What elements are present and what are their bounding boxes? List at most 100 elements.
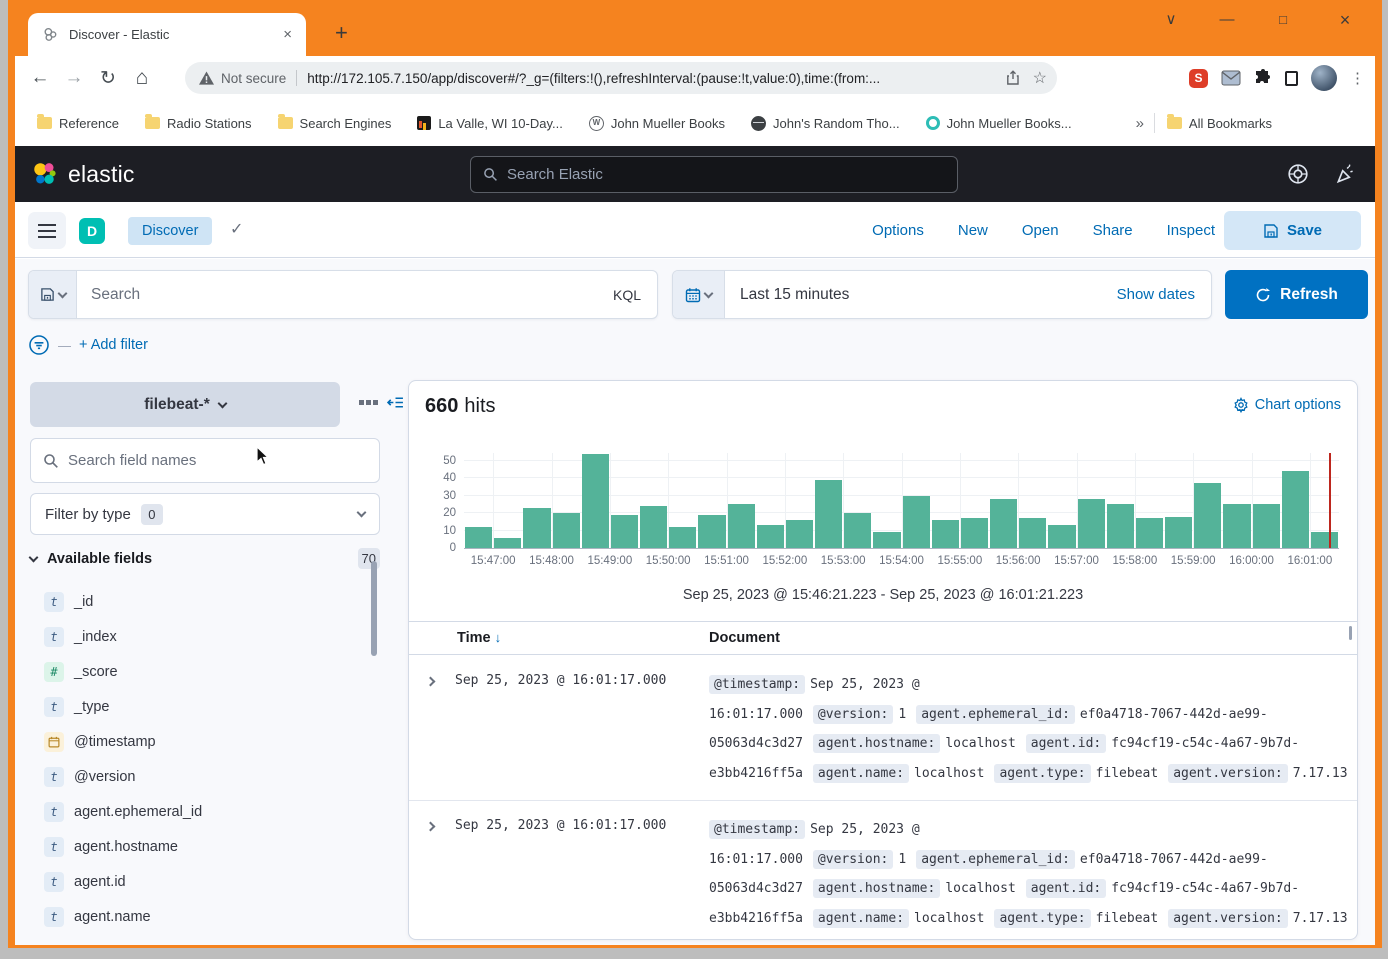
elastic-logo[interactable]: elastic	[31, 160, 135, 188]
filter-icon[interactable]	[28, 334, 50, 356]
all-bookmarks-button[interactable]: All Bookmarks	[1167, 116, 1272, 131]
histogram-bar[interactable]	[1253, 504, 1280, 548]
histogram-bar[interactable]	[1165, 517, 1192, 548]
window-maximize-icon[interactable]: □	[1268, 8, 1298, 32]
histogram-bar[interactable]	[1019, 518, 1046, 548]
expand-row-icon[interactable]	[426, 677, 436, 687]
window-close-icon[interactable]: ×	[1330, 8, 1360, 32]
boxes-icon[interactable]	[359, 400, 364, 405]
field-item-agent.id[interactable]: tagent.id	[30, 864, 365, 899]
histogram-bar[interactable]	[465, 527, 492, 548]
histogram-bar[interactable]	[1078, 499, 1105, 548]
histogram-chart[interactable]: 01020304050	[464, 453, 1339, 549]
chrome-menu-icon[interactable]: ⋮	[1350, 69, 1365, 87]
url-bar[interactable]: Not secure http://172.105.7.150/app/disc…	[185, 62, 1057, 94]
histogram-bar[interactable]	[1107, 504, 1134, 548]
field-item-agent.name[interactable]: tagent.name	[30, 899, 365, 934]
histogram-bar[interactable]	[844, 513, 871, 548]
time-range-value[interactable]: Last 15 minutes	[740, 286, 1117, 304]
window-menu-icon[interactable]: ∨	[1156, 8, 1186, 32]
bookmark-item[interactable]: Search Engines	[278, 116, 392, 131]
kql-label[interactable]: KQL	[613, 287, 641, 303]
chart-options-button[interactable]: Chart options	[1233, 397, 1341, 413]
saved-query-menu-button[interactable]	[29, 271, 77, 318]
field-item-_type[interactable]: t_type	[30, 689, 365, 724]
breadcrumb[interactable]: Discover	[128, 217, 212, 245]
histogram-bar[interactable]	[553, 513, 580, 548]
sort-descending-icon[interactable]: ↓	[495, 630, 502, 645]
bookmark-item[interactable]: Reference	[37, 116, 119, 131]
histogram-bar[interactable]	[494, 538, 521, 548]
tab-close-icon[interactable]: ×	[279, 26, 296, 43]
histogram-bar[interactable]	[698, 515, 725, 548]
collapse-sidebar-icon[interactable]	[387, 394, 404, 416]
browser-tab[interactable]: Discover - Elastic ×	[28, 13, 306, 56]
histogram-bar[interactable]	[757, 525, 784, 548]
field-item-@version[interactable]: t@version	[30, 759, 365, 794]
field-item-@timestamp[interactable]: @timestamp	[30, 724, 365, 759]
topnav-link-open[interactable]: Open	[1022, 222, 1059, 239]
histogram-bar[interactable]	[1311, 532, 1338, 548]
time-picker-menu-button[interactable]	[673, 271, 725, 318]
forward-icon[interactable]: →	[57, 67, 91, 89]
save-button[interactable]: Save	[1224, 211, 1361, 250]
histogram-bar[interactable]	[786, 520, 813, 548]
topnav-link-options[interactable]: Options	[872, 222, 924, 239]
query-input[interactable]: Search KQL	[28, 270, 658, 319]
histogram-bar[interactable]	[932, 520, 959, 548]
new-tab-button[interactable]: +	[335, 20, 348, 46]
table-row[interactable]: Sep 25, 2023 @ 16:01:17.000@timestamp:Se…	[409, 656, 1357, 801]
extension-s-icon[interactable]: S	[1189, 69, 1208, 88]
histogram-bar[interactable]	[1282, 471, 1309, 548]
table-row[interactable]: Sep 25, 2023 @ 16:01:17.000@timestamp:Se…	[409, 801, 1357, 939]
bookmark-item[interactable]: Radio Stations	[145, 116, 252, 131]
news-feed-icon[interactable]	[1335, 163, 1357, 185]
histogram-bar[interactable]	[582, 454, 609, 548]
field-item-agent.hostname[interactable]: tagent.hostname	[30, 829, 365, 864]
url-text[interactable]: http://172.105.7.150/app/discover#/?_g=(…	[307, 71, 994, 86]
bookmark-item[interactable]: WJohn Mueller Books	[589, 116, 725, 131]
field-item-_score[interactable]: #_score	[30, 654, 365, 689]
refresh-button[interactable]: Refresh	[1225, 270, 1368, 319]
sidebar-scrollbar[interactable]	[371, 561, 377, 656]
bookmark-item[interactable]: John Mueller Books...	[926, 116, 1072, 131]
filter-by-type-select[interactable]: Filter by type 0	[30, 493, 380, 535]
histogram-bar[interactable]	[669, 527, 696, 548]
field-item-_index[interactable]: t_index	[30, 619, 365, 654]
topnav-link-new[interactable]: New	[958, 222, 988, 239]
topnav-link-share[interactable]: Share	[1093, 222, 1133, 239]
field-item-_id[interactable]: t_id	[30, 584, 365, 619]
share-icon[interactable]	[1005, 70, 1021, 86]
histogram-bar[interactable]	[1048, 525, 1075, 548]
profile-avatar[interactable]	[1311, 65, 1337, 91]
field-search-input[interactable]: Search field names	[30, 438, 380, 483]
show-dates-link[interactable]: Show dates	[1117, 286, 1195, 303]
time-picker[interactable]: Last 15 minutes Show dates	[672, 270, 1212, 319]
bookmarks-overflow-icon[interactable]: »	[1136, 115, 1144, 132]
bookmark-item[interactable]: John's Random Tho...	[751, 116, 900, 131]
back-icon[interactable]: ←	[23, 67, 57, 89]
histogram-bar[interactable]	[961, 518, 988, 548]
histogram-bar[interactable]	[903, 496, 930, 548]
expand-row-icon[interactable]	[426, 822, 436, 832]
histogram-bar[interactable]	[1136, 518, 1163, 548]
space-badge[interactable]: D	[79, 218, 105, 244]
reload-icon[interactable]: ↻	[91, 67, 125, 90]
time-column-header[interactable]: Time ↓	[457, 630, 501, 646]
home-icon[interactable]: ⌂	[125, 66, 159, 90]
topnav-link-inspect[interactable]: Inspect	[1167, 222, 1215, 239]
mail-extension-icon[interactable]	[1221, 70, 1241, 86]
histogram-bar[interactable]	[523, 508, 550, 548]
breadcrumb-check-icon[interactable]: ✓	[230, 219, 243, 239]
sidebar-toggle-icon[interactable]	[1285, 71, 1298, 86]
histogram-bar[interactable]	[728, 504, 755, 548]
histogram-bar[interactable]	[873, 532, 900, 548]
help-icon[interactable]	[1287, 163, 1309, 185]
index-pattern-picker[interactable]: filebeat-*	[30, 382, 340, 427]
histogram-bar[interactable]	[640, 506, 667, 548]
extensions-puzzle-icon[interactable]	[1254, 69, 1272, 87]
histogram-bar[interactable]	[1194, 483, 1221, 548]
table-scrollbar[interactable]	[1349, 626, 1352, 640]
window-minimize-icon[interactable]: —	[1212, 8, 1242, 32]
bookmark-item[interactable]: La Valle, WI 10-Day...	[417, 116, 563, 131]
